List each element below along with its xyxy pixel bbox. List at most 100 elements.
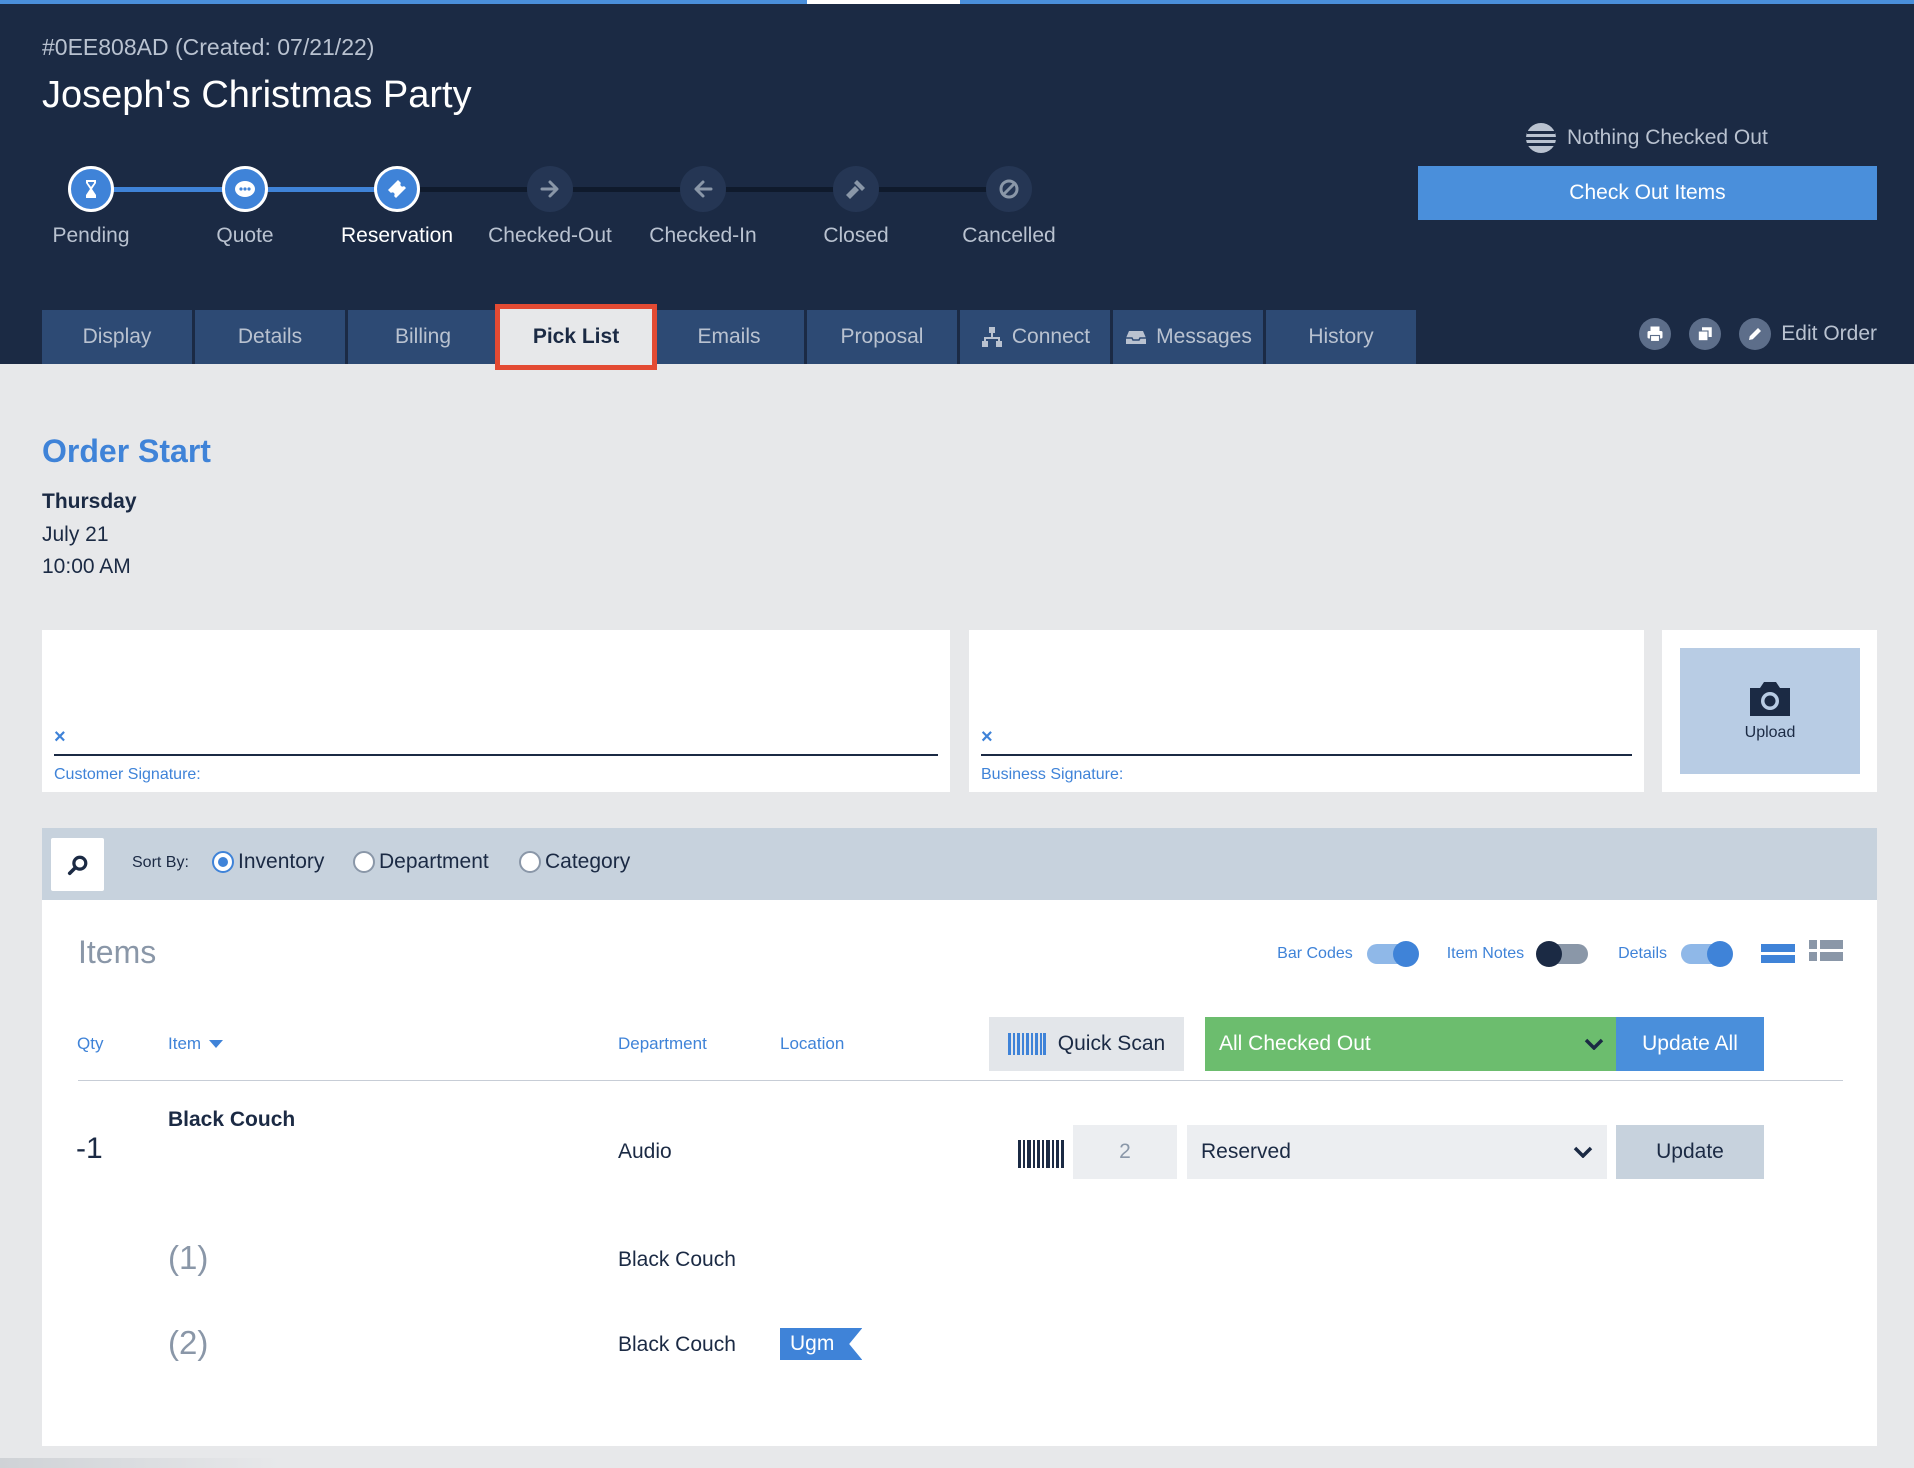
chat-bubble-icon (222, 166, 268, 212)
inbox-icon (1126, 331, 1147, 344)
tab-messages[interactable]: Messages (1113, 310, 1263, 364)
sort-option-inventory[interactable]: Inventory (212, 850, 324, 874)
step-checked-in[interactable]: Checked-In (623, 166, 783, 248)
column-header-item[interactable]: Item (168, 1034, 224, 1054)
print-button[interactable] (1639, 318, 1672, 350)
items-title: Items (78, 934, 157, 970)
tab-connect[interactable]: Connect (960, 310, 1110, 364)
step-label: Cancelled (962, 224, 1056, 247)
search-button[interactable] (51, 838, 104, 891)
duplicate-button[interactable] (1689, 318, 1722, 350)
display-toggles: Bar Codes Item Notes Details (1277, 940, 1843, 967)
radio-button[interactable] (519, 851, 541, 873)
close-icon: × (54, 726, 66, 748)
item-status-select[interactable]: Reserved (1187, 1125, 1607, 1179)
scan-qty-input[interactable]: 2 (1073, 1125, 1177, 1179)
step-label: Checked-Out (488, 224, 612, 247)
serial-index: (2) (168, 1324, 209, 1361)
expanded-view-icon[interactable] (1761, 944, 1795, 963)
printer-icon (1647, 326, 1663, 343)
tab-label: Display (82, 325, 152, 348)
pencil-icon (1739, 318, 1772, 350)
update-all-button[interactable]: Update All (1616, 1017, 1764, 1071)
item-notes-toggle[interactable] (1536, 940, 1589, 967)
arrow-left-icon (680, 166, 726, 212)
order-start-time: 10:00 AM (42, 555, 131, 578)
column-header-qty[interactable]: Qty (77, 1034, 103, 1054)
item-qty: -1 (76, 1132, 103, 1165)
upload-button[interactable]: Upload (1680, 648, 1860, 774)
tab-label: Details (237, 325, 303, 348)
copy-icon (1697, 327, 1713, 342)
checkout-status: Nothing Checked Out (1525, 122, 1768, 154)
tab-proposal[interactable]: Proposal (807, 310, 957, 364)
tab-emails[interactable]: Emails (654, 310, 804, 364)
toggle-knob (1536, 940, 1563, 967)
chevron-down-icon (1573, 1146, 1593, 1158)
step-cancelled[interactable]: Cancelled (929, 166, 1089, 248)
barcode-icon[interactable] (1018, 1140, 1064, 1168)
ticket-icon (374, 166, 420, 212)
chevron-down-icon (1584, 1038, 1604, 1050)
step-label: Quote (216, 224, 274, 247)
details-toggle[interactable] (1681, 940, 1733, 967)
step-quote[interactable]: Quote (165, 166, 325, 248)
order-start-day: Thursday (42, 490, 137, 513)
edit-order-button[interactable]: Edit Order (1739, 318, 1877, 350)
item-department: Audio (618, 1140, 672, 1163)
sort-option-label: Category (545, 850, 631, 873)
tab-label: Pick List (532, 325, 620, 348)
signature-line (54, 754, 938, 756)
step-label: Reservation (340, 224, 454, 247)
bar-codes-toggle[interactable] (1366, 940, 1419, 967)
step-pending[interactable]: Pending (11, 166, 171, 248)
step-closed[interactable]: Closed (776, 166, 936, 248)
toggle-knob (1707, 940, 1733, 967)
radio-button[interactable] (353, 851, 375, 873)
bulk-status-select[interactable]: All Checked Out (1205, 1017, 1618, 1071)
step-checked-out[interactable]: Checked-Out (470, 166, 630, 248)
tab-pick-list[interactable]: Pick List (495, 304, 657, 370)
business-signature-pad[interactable]: × Business Signature: (969, 630, 1644, 792)
toggle-label: Bar Codes (1277, 944, 1353, 962)
tab-label: Connect (1011, 325, 1091, 348)
serial-name: Black Couch (618, 1333, 736, 1356)
ban-icon (986, 166, 1032, 212)
step-label: Pending (52, 224, 130, 247)
tab-details[interactable]: Details (195, 310, 345, 364)
location-tag[interactable]: Ugm (780, 1328, 863, 1360)
tab-billing[interactable]: Billing (348, 310, 498, 364)
check-out-items-button[interactable]: Check Out Items (1418, 166, 1877, 220)
column-header-label: Item (168, 1034, 202, 1053)
step-reservation[interactable]: Reservation (317, 166, 477, 248)
search-icon (67, 855, 87, 875)
item-name: Black Couch (168, 1108, 296, 1131)
tab-label: Messages (1156, 325, 1252, 348)
radio-button[interactable] (212, 851, 234, 873)
items-panel: Items Bar Codes Item Notes Details Qty I… (42, 900, 1877, 1446)
top-progress-stripe (0, 0, 1914, 4)
tab-display[interactable]: Display (42, 310, 192, 364)
step-label: Closed (823, 224, 889, 247)
tab-history[interactable]: History (1266, 310, 1416, 364)
quick-scan-button[interactable]: Quick Scan (989, 1017, 1184, 1071)
update-button[interactable]: Update (1616, 1125, 1764, 1179)
list-view-icon[interactable] (1809, 940, 1843, 967)
toggle-label: Details (1618, 944, 1667, 962)
column-header-location[interactable]: Location (780, 1034, 844, 1054)
order-title: Joseph's Christmas Party (42, 74, 472, 116)
serial-index: (1) (168, 1239, 209, 1276)
order-tabs: Display Details Billing Pick List Emails… (42, 304, 1416, 370)
upload-label: Upload (1744, 724, 1796, 741)
top-stripe-highlight (807, 0, 960, 4)
sort-bar: Sort By: Inventory Department Category (42, 828, 1877, 900)
column-header-department[interactable]: Department (618, 1034, 707, 1054)
sort-option-department[interactable]: Department (353, 850, 489, 874)
tab-label: Emails (697, 325, 761, 348)
sort-option-category[interactable]: Category (519, 850, 630, 874)
sort-by-label: Sort By: (132, 854, 189, 871)
caret-down-icon (209, 1040, 224, 1048)
quick-scan-label: Quick Scan (1057, 1032, 1166, 1055)
customer-signature-pad[interactable]: × Customer Signature: (42, 630, 950, 792)
edit-order-label: Edit Order (1781, 322, 1877, 345)
